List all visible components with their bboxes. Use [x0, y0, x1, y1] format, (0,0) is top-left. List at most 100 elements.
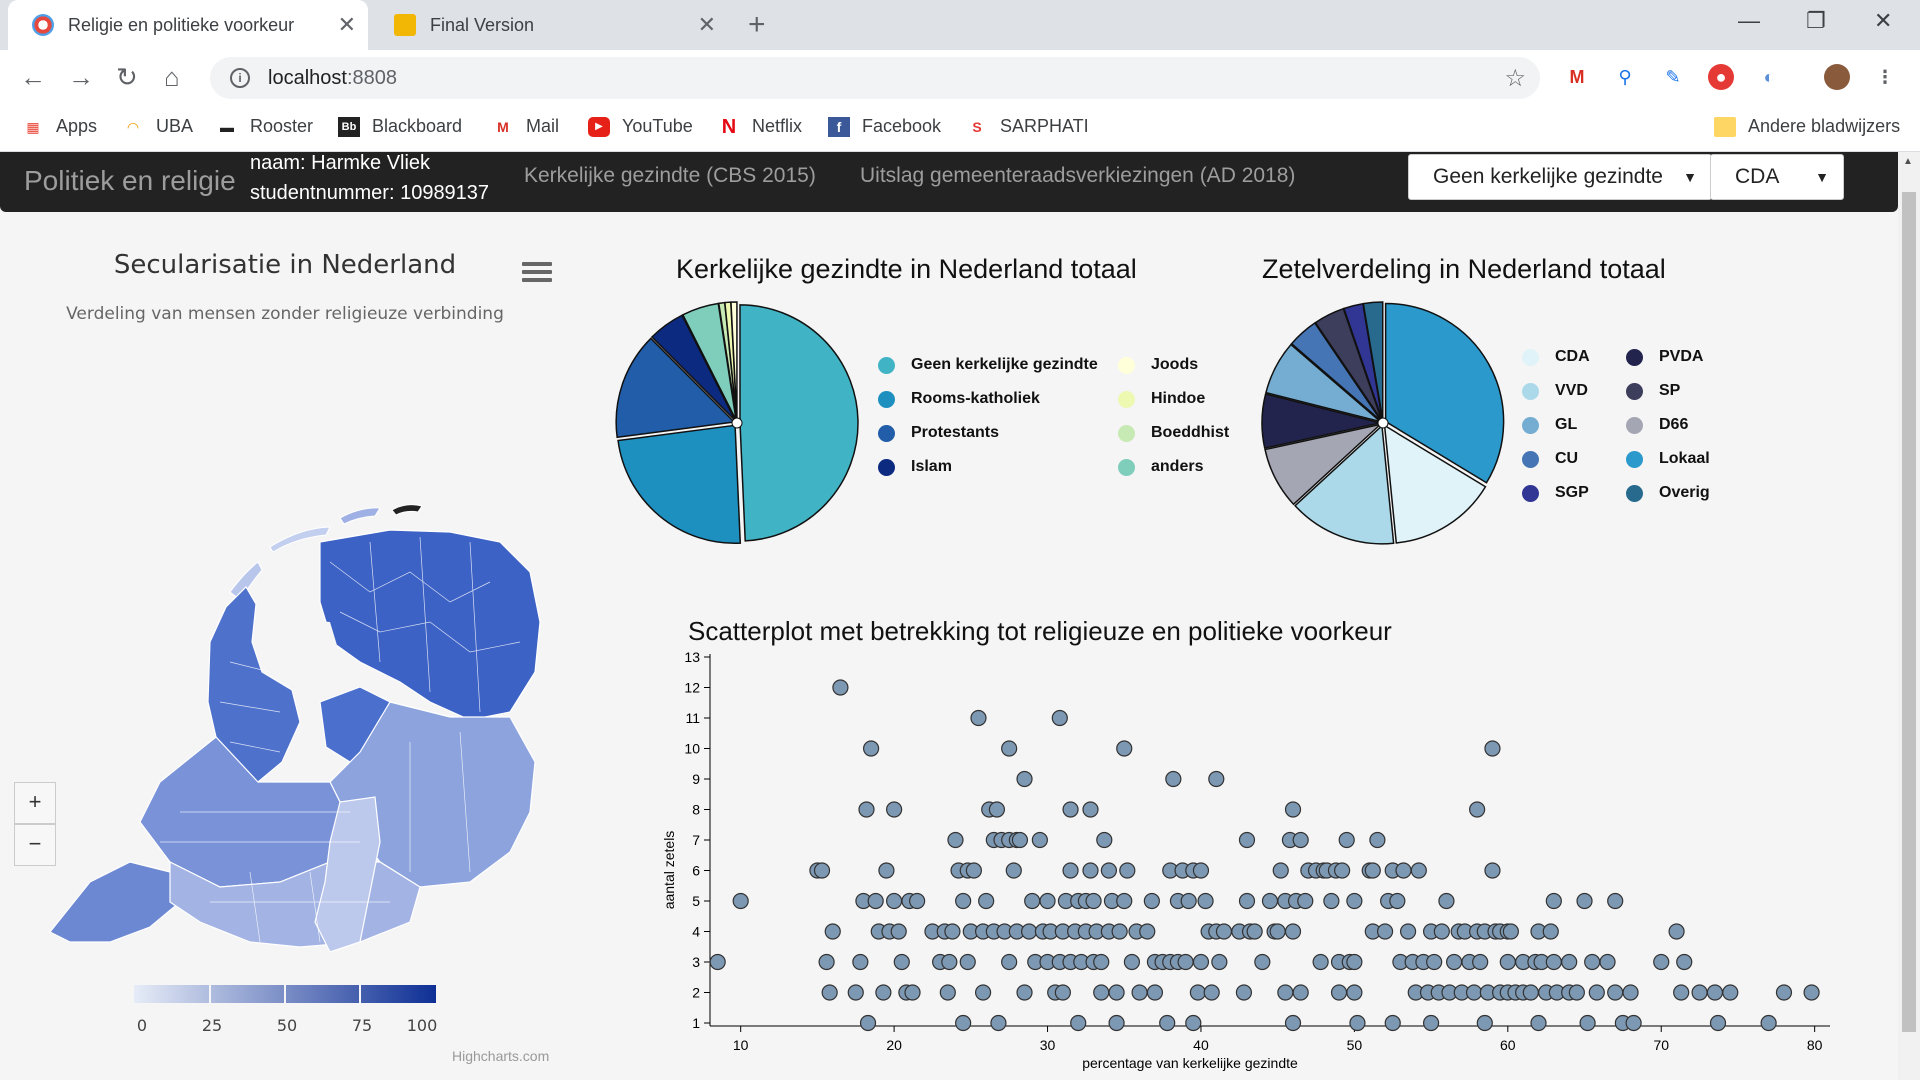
scatter-point[interactable]: [1625, 1014, 1642, 1032]
scatter-point[interactable]: [1369, 831, 1386, 849]
back-icon[interactable]: ←: [20, 62, 46, 93]
bookmark-uba[interactable]: ◠ UBA: [122, 116, 193, 137]
scatter-point[interactable]: [1001, 953, 1018, 971]
scatter-point[interactable]: [941, 953, 958, 971]
menu-dots-icon[interactable]: ⋮: [1872, 64, 1898, 90]
legend-item-gl[interactable]: GL: [1522, 416, 1577, 434]
legend-item-islam[interactable]: Islam: [878, 458, 952, 476]
scatter-point[interactable]: [1001, 740, 1018, 757]
scatter-point[interactable]: [1082, 801, 1099, 818]
scatter-point[interactable]: [1576, 892, 1593, 910]
close-window-icon[interactable]: ✕: [1874, 8, 1892, 34]
scatter-point[interactable]: [1093, 953, 1110, 971]
profile-avatar[interactable]: [1824, 64, 1850, 90]
legend-item-overig[interactable]: Overig: [1626, 484, 1710, 502]
bookmark-rooster[interactable]: ▬ Rooster: [216, 116, 313, 137]
scatter-point[interactable]: [1346, 892, 1363, 910]
scatter-point[interactable]: [1238, 892, 1256, 910]
scatter-point[interactable]: [1653, 953, 1670, 971]
scatter-point[interactable]: [965, 862, 982, 879]
scatter-point[interactable]: [1062, 862, 1079, 879]
scatter-point[interactable]: [1389, 892, 1406, 910]
scatter-point[interactable]: [1054, 984, 1071, 1001]
scatter-point[interactable]: [1070, 1014, 1087, 1032]
scatter-point[interactable]: [1502, 923, 1519, 940]
scatter-point[interactable]: [978, 892, 995, 910]
scatter-point[interactable]: [1180, 892, 1197, 910]
scatter-point[interactable]: [1484, 740, 1501, 757]
scatter-point[interactable]: [1185, 1014, 1202, 1032]
scatter-point[interactable]: [1211, 953, 1228, 971]
scatter-point[interactable]: [1292, 984, 1309, 1001]
scatter-point[interactable]: [732, 892, 749, 910]
map-region-zeeland[interactable]: [49, 861, 181, 943]
scatter-point[interactable]: [1197, 892, 1214, 910]
party-select[interactable]: CDA ▼: [1710, 154, 1844, 200]
legend-item-joods[interactable]: Joods: [1118, 356, 1198, 374]
scatter-point[interactable]: [970, 709, 987, 727]
scatter-point[interactable]: [1024, 892, 1041, 910]
scatter-point[interactable]: [1722, 984, 1739, 1001]
home-icon[interactable]: ⌂: [164, 62, 180, 93]
highlighter-icon[interactable]: ✎: [1660, 64, 1686, 90]
minimize-icon[interactable]: —: [1738, 8, 1760, 34]
scatter-point[interactable]: [1254, 953, 1271, 971]
legend-item-lokaal[interactable]: Lokaal: [1626, 450, 1710, 468]
legend-item-sgp[interactable]: SGP: [1522, 484, 1589, 502]
scatter-point[interactable]: [1116, 892, 1133, 910]
scatter-point[interactable]: [1096, 831, 1113, 849]
legend-item-anders[interactable]: anders: [1118, 458, 1203, 476]
scatter-point[interactable]: [1238, 831, 1256, 849]
address-bar[interactable]: i localhost:8808 ☆: [210, 57, 1540, 99]
scatter-point[interactable]: [1208, 770, 1225, 788]
scatter-point[interactable]: [1085, 892, 1102, 910]
bookmark-netflix[interactable]: N Netflix: [718, 116, 802, 137]
scatter-point[interactable]: [886, 801, 903, 818]
scatter-point[interactable]: [1433, 923, 1450, 940]
scatter-point[interactable]: [1330, 984, 1348, 1001]
scatter-point[interactable]: [818, 953, 835, 971]
scatter-point[interactable]: [1334, 862, 1351, 879]
legend-item-geen-kerkelijke-gezindte[interactable]: Geen kerkelijke gezindte: [878, 356, 1098, 374]
scatter-point[interactable]: [990, 1014, 1007, 1032]
scatter-point[interactable]: [1542, 923, 1559, 940]
scatter-point[interactable]: [1579, 1014, 1596, 1032]
other-bookmarks[interactable]: Andere bladwijzers: [1714, 116, 1900, 137]
scatter-point[interactable]: [1568, 984, 1585, 1001]
nav-link-cbs[interactable]: Kerkelijke gezindte (CBS 2015): [524, 164, 816, 188]
scatter-point[interactable]: [1438, 892, 1455, 910]
scatter-point[interactable]: [1111, 923, 1128, 940]
netherlands-map[interactable]: [30, 342, 550, 962]
scatter-point[interactable]: [947, 831, 964, 849]
forward-icon[interactable]: →: [68, 62, 94, 93]
scatter-point[interactable]: [1165, 770, 1182, 788]
close-tab-icon[interactable]: ✕: [698, 12, 716, 38]
nav-link-ad[interactable]: Uitslag gemeenteraadsverkiezingen (AD 20…: [860, 164, 1295, 188]
scatter-point[interactable]: [832, 679, 849, 696]
site-brand[interactable]: Politiek en religie: [24, 156, 236, 206]
scatter-point[interactable]: [1709, 1014, 1727, 1032]
scatter-point[interactable]: [1159, 1014, 1176, 1032]
scatter-point[interactable]: [1261, 892, 1279, 910]
scatter-point[interactable]: [858, 801, 875, 818]
scatter-point[interactable]: [1522, 984, 1539, 1001]
scatter-point[interactable]: [1545, 892, 1562, 910]
extension-badge-icon[interactable]: ⚲: [1612, 64, 1638, 90]
scatter-point[interactable]: [944, 923, 961, 940]
scatter-point[interactable]: [939, 984, 956, 1001]
scatter-point[interactable]: [1189, 984, 1206, 1001]
scatter-point[interactable]: [1203, 984, 1220, 1001]
scatter-point[interactable]: [1476, 1014, 1493, 1032]
scatter-point[interactable]: [1691, 984, 1708, 1001]
scatter-point[interactable]: [1803, 984, 1820, 1001]
scatter-point[interactable]: [1399, 923, 1417, 940]
scatter-point[interactable]: [1668, 923, 1685, 940]
scatter-point[interactable]: [1599, 953, 1616, 971]
bookmark-facebook[interactable]: f Facebook: [828, 116, 941, 137]
scatter-point[interactable]: [1284, 1014, 1302, 1032]
highcharts-credits[interactable]: Highcharts.com: [452, 1048, 549, 1064]
zoom-in-button[interactable]: +: [14, 782, 56, 824]
tab-final-version[interactable]: Final Version ✕: [370, 0, 728, 50]
scatter-point[interactable]: [709, 953, 726, 971]
scatter-point[interactable]: [904, 984, 921, 1001]
